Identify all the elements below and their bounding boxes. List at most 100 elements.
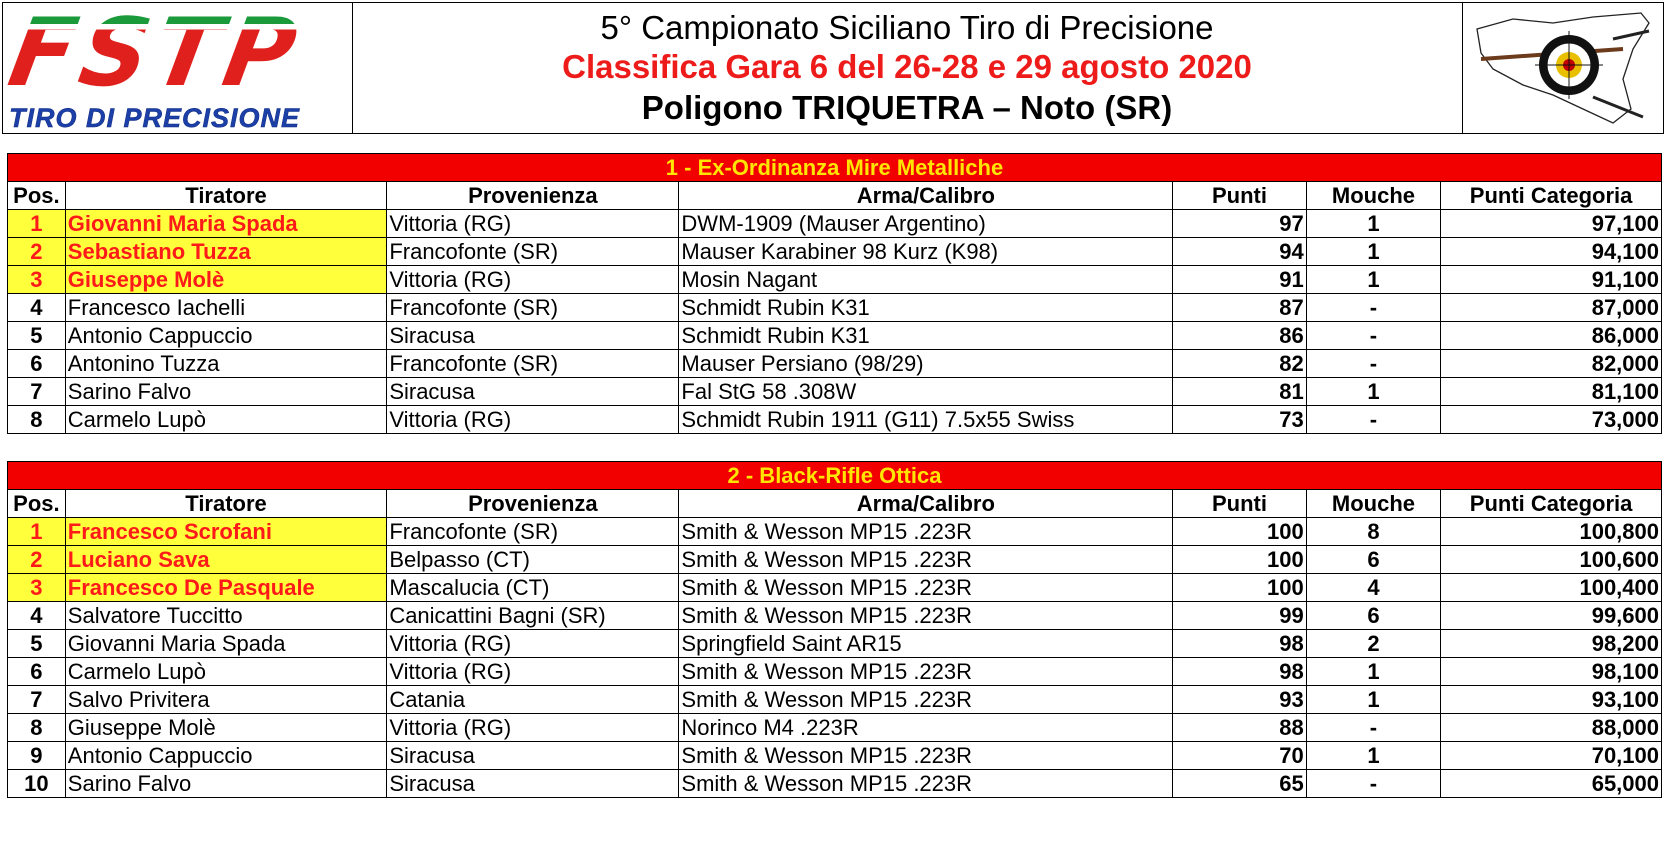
shooter-name-cell: Francesco Iachelli [64, 293, 388, 322]
origin-cell: Catania [386, 685, 680, 714]
position-cell: 6 [7, 349, 66, 378]
col-weapon-header: Arma/Calibro [678, 181, 1174, 210]
col-mouche-header: Mouche [1305, 489, 1442, 518]
weapon-cell: Mauser Persiano (98/29) [678, 349, 1174, 378]
shooter-name-cell: Salvo Privitera [64, 685, 388, 714]
col-origin-header: Provenienza [386, 181, 680, 210]
origin-cell: Francofonte (SR) [386, 293, 680, 322]
sicily-target-emblem [1462, 3, 1663, 133]
category-points-cell: 97,100 [1440, 209, 1662, 238]
origin-cell: Francofonte (SR) [386, 349, 680, 378]
col-weapon-header: Arma/Calibro [678, 489, 1174, 518]
col-origin-header: Provenienza [386, 489, 680, 518]
mouche-cell: 1 [1305, 741, 1442, 770]
origin-cell: Vittoria (RG) [386, 265, 680, 294]
position-cell: 2 [7, 545, 66, 574]
table-row: 8 Carmelo Lupò Vittoria (RG) Schmidt Rubin … [7, 405, 1662, 434]
weapon-cell: DWM-1909 (Mauser Argentino) [678, 209, 1174, 238]
category-points-cell: 86,000 [1440, 321, 1662, 350]
category-points-cell: 98,200 [1440, 629, 1662, 658]
category-header-row: 1 - Ex-Ordinanza Mire Metalliche [7, 153, 1662, 182]
table-row: 9 Antonio Cappuccio Siracusa Smith & Wesson… [7, 741, 1662, 770]
category-points-cell: 99,600 [1440, 601, 1662, 630]
category-points-cell: 100,400 [1440, 573, 1662, 602]
points-cell: 86 [1172, 321, 1307, 350]
weapon-cell: Smith & Wesson MP15 .223R [678, 657, 1174, 686]
category-header-row: 2 - Black-Rifle Ottica [7, 461, 1662, 490]
origin-cell: Siracusa [386, 321, 680, 350]
shooter-name-cell: Sarino Falvo [64, 769, 388, 798]
origin-cell: Vittoria (RG) [386, 209, 680, 238]
weapon-cell: Schmidt Rubin K31 [678, 321, 1174, 350]
logo-wordmark: FSTP [1, 0, 310, 108]
shooter-name-cell: Francesco Scrofani [64, 517, 388, 546]
mouche-cell: 1 [1305, 209, 1442, 238]
weapon-cell: Mosin Nagant [678, 265, 1174, 294]
category-points-cell: 87,000 [1440, 293, 1662, 322]
weapon-cell: Norinco M4 .223R [678, 713, 1174, 742]
points-cell: 87 [1172, 293, 1307, 322]
title-block: 5° Campionato Siciliano Tiro di Precisio… [353, 3, 1461, 133]
points-cell: 70 [1172, 741, 1307, 770]
logo-subtitle: TIRO DI PRECISIONE [9, 103, 301, 134]
mouche-cell: 8 [1305, 517, 1442, 546]
origin-cell: Mascalucia (CT) [386, 573, 680, 602]
weapon-cell: Smith & Wesson MP15 .223R [678, 573, 1174, 602]
table-row: 6 Antonino Tuzza Francofonte (SR) Mauser Pe… [7, 349, 1662, 378]
position-cell: 8 [7, 713, 66, 742]
position-cell: 10 [7, 769, 66, 798]
points-cell: 100 [1172, 545, 1307, 574]
shooter-name-cell: Giovanni Maria Spada [64, 209, 388, 238]
shooter-name-cell: Antonio Cappuccio [64, 741, 388, 770]
weapon-cell: Mauser Karabiner 98 Kurz (K98) [678, 237, 1174, 266]
shooter-name-cell: Luciano Sava [64, 545, 388, 574]
mouche-cell: 6 [1305, 601, 1442, 630]
shooter-name-cell: Sarino Falvo [64, 377, 388, 406]
category-points-cell: 93,100 [1440, 685, 1662, 714]
category-points-cell: 100,800 [1440, 517, 1662, 546]
position-cell: 8 [7, 405, 66, 434]
col-category-points-header: Punti Categoria [1440, 181, 1662, 210]
origin-cell: Francofonte (SR) [386, 237, 680, 266]
category-points-cell: 100,600 [1440, 545, 1662, 574]
points-cell: 91 [1172, 265, 1307, 294]
category-points-cell: 88,000 [1440, 713, 1662, 742]
table-row: 2 Sebastiano Tuzza Francofonte (SR) Mauser … [7, 237, 1662, 266]
origin-cell: Vittoria (RG) [386, 713, 680, 742]
sicily-emblem-icon [1476, 12, 1650, 124]
position-cell: 5 [7, 321, 66, 350]
mouche-cell: 1 [1305, 657, 1442, 686]
mouche-cell: 4 [1305, 573, 1442, 602]
mouche-cell: - [1305, 293, 1442, 322]
category-points-cell: 70,100 [1440, 741, 1662, 770]
category-points-cell: 65,000 [1440, 769, 1662, 798]
mouche-cell: - [1305, 713, 1442, 742]
shooter-name-cell: Giuseppe Molè [64, 713, 388, 742]
category-points-cell: 73,000 [1440, 405, 1662, 434]
table-row: 3 Giuseppe Molè Vittoria (RG) Mosin Nagant 9… [7, 265, 1662, 294]
points-cell: 98 [1172, 657, 1307, 686]
column-header-row: Pos. Tiratore Provenienza Arma/Calibro Punti… [7, 181, 1662, 210]
column-header-row: Pos. Tiratore Provenienza Arma/Calibro Punti… [7, 489, 1662, 518]
table-row: 6 Carmelo Lupò Vittoria (RG) Smith & Wesson… [7, 657, 1662, 686]
mouche-cell: - [1305, 769, 1442, 798]
points-cell: 99 [1172, 601, 1307, 630]
origin-cell: Siracusa [386, 741, 680, 770]
points-cell: 65 [1172, 769, 1307, 798]
mouche-cell: 2 [1305, 629, 1442, 658]
origin-cell: Belpasso (CT) [386, 545, 680, 574]
table-row: 5 Giovanni Maria Spada Vittoria (RG) Spring… [7, 629, 1662, 658]
origin-cell: Francofonte (SR) [386, 517, 680, 546]
weapon-cell: Fal StG 58 .308W [678, 377, 1174, 406]
position-cell: 5 [7, 629, 66, 658]
col-pos-header: Pos. [7, 181, 66, 210]
shooter-name-cell: Sebastiano Tuzza [64, 237, 388, 266]
origin-cell: Siracusa [386, 769, 680, 798]
mouche-cell: - [1305, 349, 1442, 378]
position-cell: 4 [7, 601, 66, 630]
weapon-cell: Smith & Wesson MP15 .223R [678, 601, 1174, 630]
table-row: 10 Sarino Falvo Siracusa Smith & Wesson MP1… [7, 769, 1662, 798]
shooter-name-cell: Francesco De Pasquale [64, 573, 388, 602]
table-row: 2 Luciano Sava Belpasso (CT) Smith & Wesson… [7, 545, 1662, 574]
points-cell: 81 [1172, 377, 1307, 406]
